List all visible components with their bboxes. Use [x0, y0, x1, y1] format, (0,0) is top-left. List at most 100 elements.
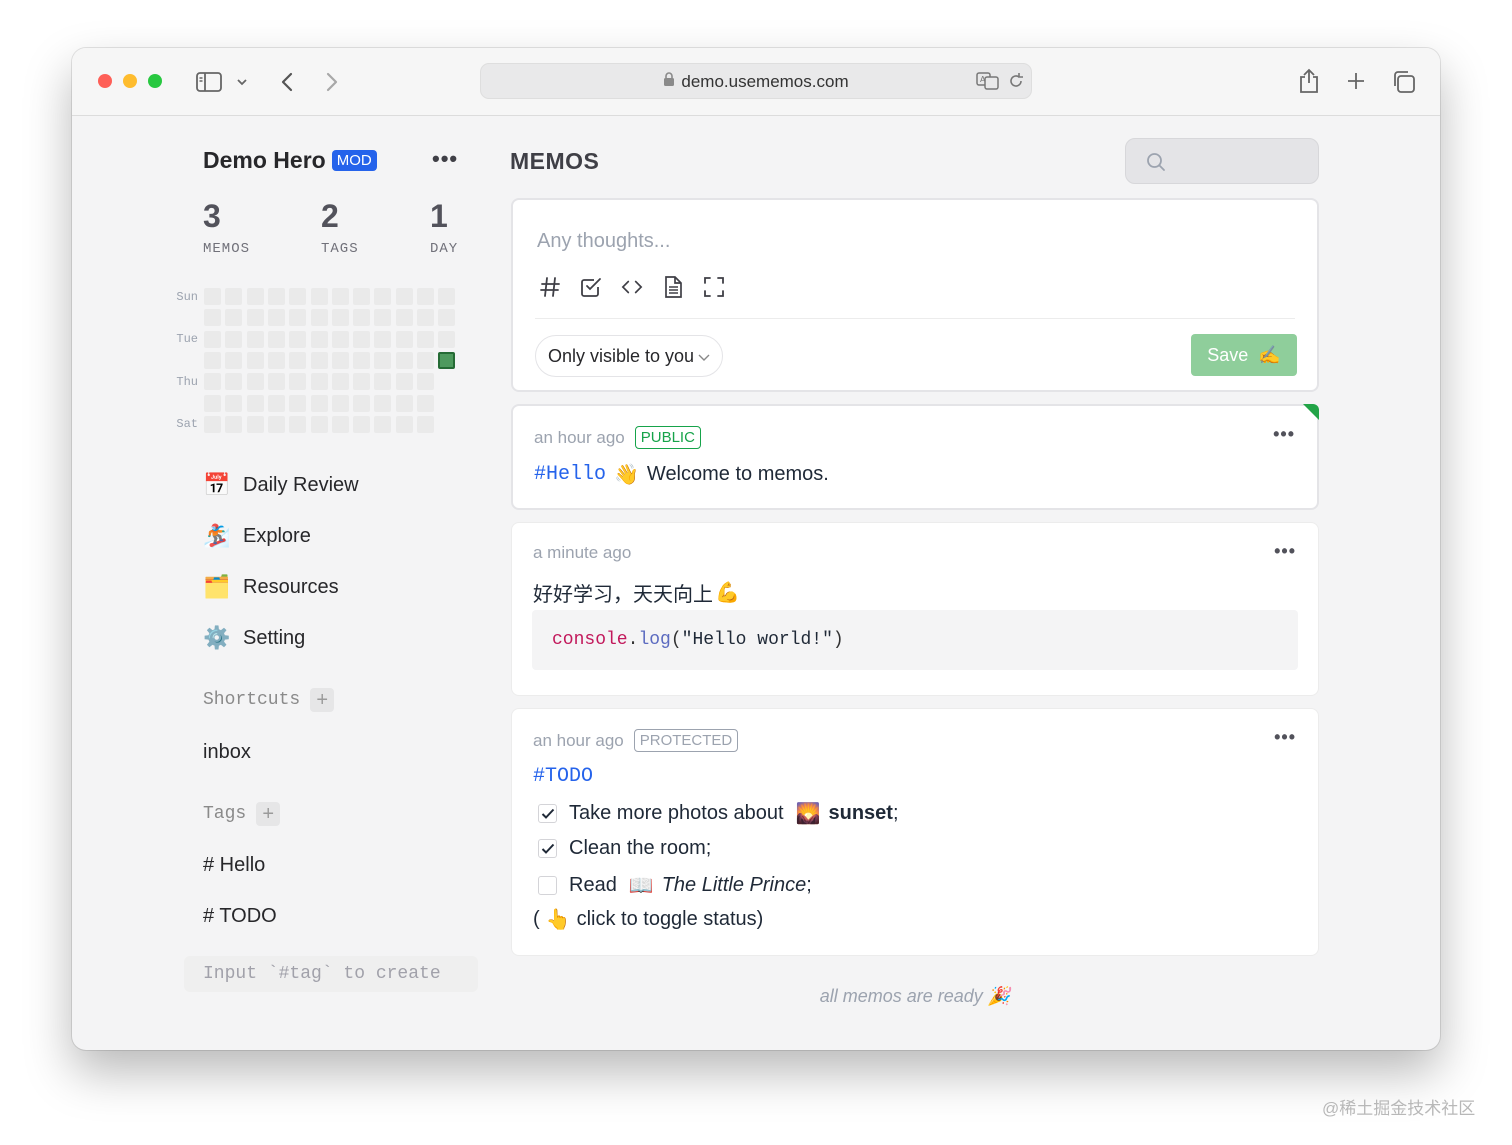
- heatmap-cell[interactable]: [246, 415, 264, 433]
- heatmap-cell[interactable]: [331, 309, 349, 327]
- heatmap-cell[interactable]: [289, 288, 307, 305]
- heatmap-cell[interactable]: [225, 394, 243, 412]
- heatmap-cell[interactable]: [353, 415, 371, 433]
- heatmap-cell[interactable]: [246, 309, 264, 327]
- heatmap-cell[interactable]: [225, 309, 243, 327]
- heatmap-cell[interactable]: [353, 288, 371, 305]
- heatmap-cell[interactable]: [204, 415, 221, 433]
- heatmap-cell[interactable]: [289, 373, 307, 391]
- heatmap-cell[interactable]: [417, 330, 434, 348]
- heatmap-cell[interactable]: [225, 330, 243, 348]
- heatmap-cell[interactable]: [310, 330, 328, 348]
- heatmap-cell[interactable]: [310, 373, 328, 391]
- todo-checkbox[interactable]: [538, 804, 557, 823]
- heatmap-cell[interactable]: [331, 330, 349, 348]
- heatmap-cell[interactable]: [204, 288, 221, 305]
- fullscreen-icon[interactable]: [703, 276, 725, 298]
- heatmap-cell[interactable]: [331, 373, 349, 391]
- heatmap-cell[interactable]: [331, 288, 349, 305]
- heatmap-cell[interactable]: [374, 330, 392, 348]
- todo-checkbox[interactable]: [538, 839, 557, 858]
- heatmap-cell[interactable]: [267, 373, 285, 391]
- code-icon[interactable]: [621, 276, 643, 298]
- heatmap-cell[interactable]: [246, 330, 264, 348]
- heatmap-cell[interactable]: [310, 288, 328, 305]
- heatmap-cell[interactable]: [417, 394, 434, 412]
- heatmap-cell[interactable]: [353, 309, 371, 327]
- heatmap-cell[interactable]: [289, 394, 307, 412]
- hashtag-icon[interactable]: [539, 276, 561, 298]
- checkbox-icon[interactable]: [580, 276, 602, 298]
- heatmap-cell[interactable]: [246, 351, 264, 369]
- heatmap-cell[interactable]: [374, 415, 392, 433]
- close-window-button[interactable]: [98, 74, 112, 88]
- heatmap-cell[interactable]: [374, 309, 392, 327]
- heatmap-cell[interactable]: [374, 394, 392, 412]
- heatmap-cell[interactable]: [267, 394, 285, 412]
- memo-time[interactable]: an hour ago: [533, 731, 624, 751]
- heatmap-cell[interactable]: [395, 373, 413, 391]
- add-tag-button[interactable]: +: [256, 802, 281, 826]
- nav-resources[interactable]: 🗂️ Resources: [203, 574, 338, 600]
- memo-more-icon[interactable]: •••: [1273, 424, 1295, 445]
- heatmap-cell[interactable]: [225, 351, 243, 369]
- heatmap-cell[interactable]: [225, 373, 243, 391]
- heatmap-cell[interactable]: [246, 373, 264, 391]
- heatmap-cell[interactable]: [438, 351, 456, 369]
- heatmap-cell[interactable]: [204, 373, 221, 391]
- heatmap-cell[interactable]: [417, 351, 434, 369]
- heatmap-cell[interactable]: [310, 415, 328, 433]
- heatmap-cell[interactable]: [310, 309, 328, 327]
- nav-daily-review[interactable]: 📅 Daily Review: [203, 472, 358, 498]
- heatmap-cell[interactable]: [395, 394, 413, 412]
- heatmap-cell[interactable]: [353, 394, 371, 412]
- heatmap-cell[interactable]: [395, 415, 413, 433]
- tag-create-input[interactable]: Input `#tag` to create: [184, 956, 478, 992]
- heatmap-cell[interactable]: [289, 415, 307, 433]
- heatmap-cell[interactable]: [204, 309, 221, 327]
- heatmap-cell[interactable]: [374, 373, 392, 391]
- heatmap-cell[interactable]: [289, 351, 307, 369]
- heatmap-cell[interactable]: [225, 415, 243, 433]
- address-bar[interactable]: demo.usememos.com A: [480, 63, 1032, 99]
- chevron-down-icon[interactable]: [234, 72, 250, 92]
- minimize-window-button[interactable]: [123, 74, 137, 88]
- heatmap-cell[interactable]: [395, 309, 413, 327]
- heatmap-cell[interactable]: [417, 415, 434, 433]
- heatmap-cell[interactable]: [246, 394, 264, 412]
- add-shortcut-button[interactable]: +: [310, 688, 335, 712]
- heatmap-cell[interactable]: [204, 351, 221, 369]
- share-icon[interactable]: [1296, 66, 1322, 96]
- heatmap-cell[interactable]: [310, 351, 328, 369]
- nav-explore[interactable]: 🏂 Explore: [203, 523, 311, 549]
- heatmap-cell[interactable]: [204, 394, 221, 412]
- shortcut-item[interactable]: inbox: [203, 741, 251, 764]
- heatmap-cell[interactable]: [289, 309, 307, 327]
- heatmap-cell[interactable]: [331, 351, 349, 369]
- heatmap-cell[interactable]: [331, 394, 349, 412]
- heatmap-cell[interactable]: [438, 288, 456, 305]
- user-banner[interactable]: Demo Hero MOD: [203, 147, 377, 174]
- heatmap-cell[interactable]: [395, 288, 413, 305]
- search-input[interactable]: [1125, 138, 1319, 184]
- memo-time[interactable]: a minute ago: [533, 543, 631, 563]
- nav-setting[interactable]: ⚙️ Setting: [203, 625, 305, 651]
- heatmap-cell[interactable]: [417, 288, 434, 305]
- file-icon[interactable]: [662, 276, 684, 298]
- heatmap-cell[interactable]: [438, 309, 456, 327]
- tag-item[interactable]: # TODO: [203, 905, 277, 928]
- heatmap-cell[interactable]: [417, 309, 434, 327]
- tag-item[interactable]: # Hello: [203, 854, 265, 877]
- heatmap-cell[interactable]: [353, 351, 371, 369]
- heatmap-cell[interactable]: [417, 373, 434, 391]
- visibility-select[interactable]: Only visible to you: [535, 335, 724, 377]
- memo-tag[interactable]: #Hello: [534, 463, 606, 486]
- heatmap-cell[interactable]: [204, 330, 221, 348]
- save-button[interactable]: Save ✍️: [1191, 334, 1297, 376]
- back-icon[interactable]: [275, 68, 299, 96]
- heatmap-cell[interactable]: [267, 330, 285, 348]
- heatmap-cell[interactable]: [289, 330, 307, 348]
- new-tab-icon[interactable]: [1344, 68, 1368, 94]
- more-icon[interactable]: •••: [432, 146, 458, 172]
- heatmap-cell[interactable]: [267, 351, 285, 369]
